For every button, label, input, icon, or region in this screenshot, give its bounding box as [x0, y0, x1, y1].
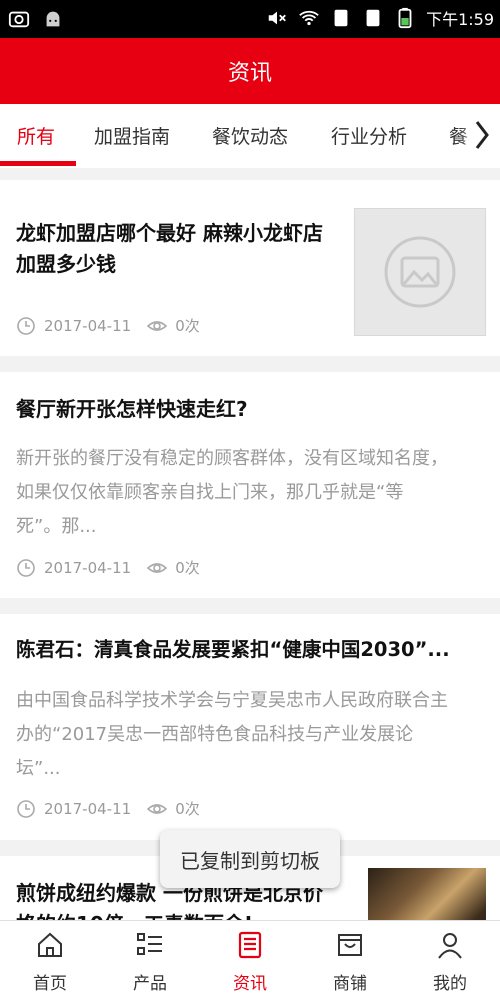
eye-icon [147, 320, 168, 331]
sim2-icon [366, 9, 380, 27]
page-header: 资讯 [0, 38, 500, 104]
camera-icon [8, 11, 30, 28]
eye-icon [147, 803, 168, 814]
article-thumbnail[interactable] [354, 208, 486, 336]
clock-icon [17, 799, 35, 818]
status-time: 下午1:59 [426, 10, 494, 29]
clock-icon [17, 316, 35, 335]
home-icon [38, 932, 62, 957]
article-date: 2017-04-11 [44, 316, 132, 335]
nav-news-label: 资讯 [233, 974, 267, 994]
tab-all[interactable]: 所有 [17, 122, 55, 149]
nav-products[interactable]: 产品 [100, 921, 200, 1001]
nav-home-label: 首页 [33, 974, 67, 994]
article-date: 2017-04-11 [44, 558, 132, 577]
article-title: 龙虾加盟店哪个最好 麻辣小龙虾店 加盟多少钱 [16, 221, 323, 276]
nav-store-label: 商铺 [333, 974, 367, 994]
eye-icon [147, 562, 168, 573]
active-tab-indicator [0, 161, 76, 166]
bottom-nav: 首页 产品 资讯 商铺 我的 [0, 920, 500, 1001]
page-title: 资讯 [227, 61, 272, 86]
wifi-icon [299, 10, 319, 26]
user-icon [438, 933, 462, 959]
nav-products-label: 产品 [133, 974, 167, 994]
tab-dining-news[interactable]: 餐饮动态 [212, 122, 288, 149]
sim1-icon [334, 9, 348, 27]
news-icon [238, 931, 262, 959]
article-date: 2017-04-11 [44, 799, 132, 818]
article-item[interactable]: 陈君石：清真食品发展要紧扣“健康中国2030”... 由中国食品科学技术学会与宁… [0, 614, 500, 840]
chevron-right-icon[interactable] [472, 118, 492, 152]
category-tabs: 所有 加盟指南 餐饮动态 行业分析 餐 [0, 104, 500, 168]
tab-franchise-guide[interactable]: 加盟指南 [94, 122, 170, 149]
android-icon [46, 11, 60, 27]
store-icon [338, 934, 362, 956]
toast-copied: 已复制到剪切板 [160, 830, 340, 888]
nav-mine-label: 我的 [433, 974, 467, 994]
status-bar: 下午1:59 [0, 0, 500, 38]
article-views: 0次 [175, 317, 200, 335]
article-meta: 2017-04-11 0次 [16, 557, 200, 578]
mute-icon [268, 11, 286, 25]
placeholder-image-icon [384, 236, 456, 308]
list-icon [137, 933, 162, 955]
article-title: 餐厅新开张怎样快速走红? [16, 397, 248, 421]
article-item[interactable]: 餐厅新开张怎样快速走红? 新开张的餐厅没有稳定的顾客群体，没有区域知名度， 如果… [0, 372, 500, 598]
tab-industry-analysis[interactable]: 行业分析 [331, 122, 407, 149]
article-summary: 由中国食品科学技术学会与宁夏吴忠市人民政府联合主 办的“2017吴忠一西部特色食… [16, 690, 448, 779]
food-photo[interactable] [368, 868, 486, 920]
article-meta: 2017-04-11 0次 [16, 798, 200, 819]
article-title: 陈君石：清真食品发展要紧扣“健康中国2030”... [16, 638, 450, 661]
nav-home[interactable]: 首页 [0, 921, 100, 1001]
article-item[interactable]: 龙虾加盟店哪个最好 麻辣小龙虾店 加盟多少钱 2017-04-11 0次 [0, 180, 500, 356]
clock-icon [17, 558, 35, 577]
article-summary: 新开张的餐厅没有稳定的顾客群体，没有区域知名度， 如果仅仅依靠顾客亲自找上门来，… [16, 448, 448, 537]
article-meta: 2017-04-11 0次 [16, 315, 200, 336]
article-views: 0次 [175, 559, 200, 577]
battery-icon [398, 7, 412, 29]
nav-news[interactable]: 资讯 [200, 921, 300, 1001]
nav-store[interactable]: 商铺 [300, 921, 400, 1001]
nav-mine[interactable]: 我的 [400, 921, 500, 1001]
article-views: 0次 [175, 800, 200, 818]
